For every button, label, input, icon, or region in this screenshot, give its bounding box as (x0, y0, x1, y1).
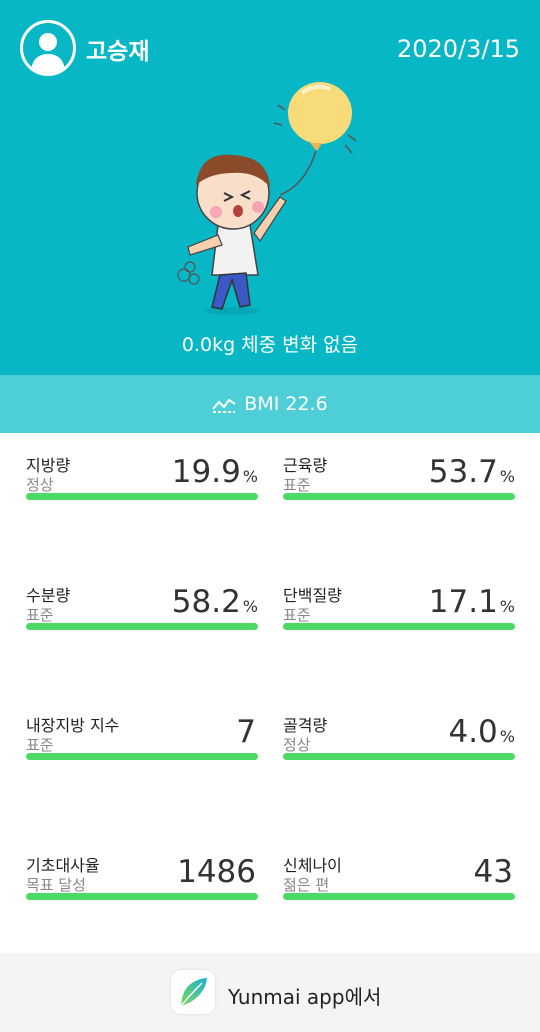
metric-status: 표준 (283, 606, 311, 624)
user-silhouette-icon (31, 33, 65, 73)
metric-progress-bar (283, 753, 515, 760)
metric-unit: % (242, 597, 258, 616)
metric-unit: % (242, 467, 258, 486)
metric-status: 표준 (26, 736, 54, 754)
app-link-text[interactable]: Yunmai app에서 (228, 981, 381, 1010)
metric-unit: % (499, 467, 515, 486)
metric-status: 정상 (283, 736, 311, 754)
metric-name: 단백질량 (283, 586, 342, 605)
metric-value: 17.1 (428, 584, 498, 620)
bmi-label: BMI 22.6 (244, 393, 328, 415)
metric-status: 목표 달성 (26, 876, 86, 894)
metric-name: 신체나이 (283, 856, 342, 875)
metric-water[interactable]: 수분량 표준 58.2% (26, 570, 258, 630)
metric-value: 1486 (177, 854, 256, 890)
bmi-bar[interactable]: BMI 22.6 (0, 375, 540, 433)
balloon-boy-illustration (177, 82, 357, 315)
metric-value-group: 19.9% (172, 454, 258, 490)
metric-progress-bar (26, 753, 258, 760)
metric-name: 근육량 (283, 456, 328, 475)
metric-fat-mass[interactable]: 지방량 정상 19.9% (26, 440, 258, 500)
trend-icon (212, 398, 236, 413)
metric-protein[interactable]: 단백질량 표준 17.1% (283, 570, 515, 630)
metric-status: 표준 (283, 476, 311, 494)
metric-name: 지방량 (26, 456, 71, 475)
metric-name: 골격량 (283, 716, 328, 735)
metric-value-group: 1486 (177, 854, 258, 890)
date-label: 2020/3/15 (396, 35, 520, 63)
metric-value-group: 58.2% (172, 584, 258, 620)
metric-progress-bar (26, 493, 258, 500)
metric-name: 내장지방 지수 (26, 716, 120, 735)
metric-bone-mass[interactable]: 골격량 정상 4.0% (283, 700, 515, 760)
metric-progress-bar (283, 493, 515, 500)
username: 고승재 (86, 39, 150, 65)
metric-progress-bar (26, 623, 258, 630)
yunmai-feather-icon (180, 978, 207, 1007)
metric-progress-bar (283, 893, 515, 900)
metric-value-group: 17.1% (429, 584, 515, 620)
metric-unit: % (499, 597, 515, 616)
metric-value: 4.0 (448, 714, 498, 750)
footer-app-banner[interactable]: Yunmai app에서 (0, 953, 540, 1032)
metric-value: 53.7 (428, 454, 498, 490)
metric-body-age[interactable]: 신체나이 젊은 편 43 (283, 840, 515, 900)
metric-name: 수분량 (26, 586, 71, 605)
metric-unit: % (499, 727, 515, 746)
metric-progress-bar (283, 623, 515, 630)
metric-visceral-fat[interactable]: 내장지방 지수 표준 7 (26, 700, 258, 760)
app-logo[interactable] (171, 970, 215, 1014)
metric-status: 정상 (26, 476, 54, 494)
metric-value: 43 (473, 854, 513, 890)
metric-muscle-mass[interactable]: 근육량 표준 53.7% (283, 440, 515, 500)
metric-status: 젊은 편 (283, 876, 330, 894)
metric-value: 58.2 (171, 584, 241, 620)
header: 고승재 2020/3/15 0.0kg 체중 변화 없음 (0, 0, 540, 375)
metric-name: 기초대사율 (26, 856, 100, 875)
metric-bmr[interactable]: 기초대사율 목표 달성 1486 (26, 840, 258, 900)
avatar[interactable] (20, 20, 76, 76)
weight-change-status: 0.0kg 체중 변화 없음 (181, 334, 359, 356)
metric-value-group: 43 (474, 854, 515, 890)
metric-value-group: 53.7% (429, 454, 515, 490)
metric-value-group: 4.0% (448, 714, 515, 750)
metric-value-group: 7 (236, 714, 258, 750)
metric-value: 7 (236, 714, 256, 750)
metric-status: 표준 (26, 606, 54, 624)
metric-value: 19.9 (171, 454, 241, 490)
metric-progress-bar (26, 893, 258, 900)
